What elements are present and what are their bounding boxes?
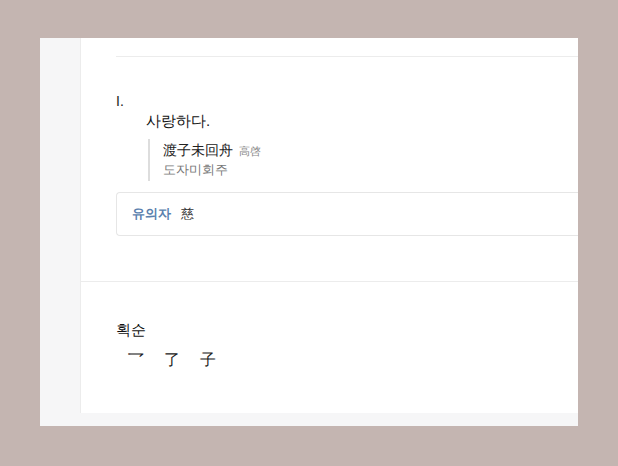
section-divider — [81, 281, 578, 282]
stroke-step: 乛 — [128, 350, 144, 370]
top-rule — [116, 56, 578, 57]
stroke-step: 子 — [200, 350, 216, 370]
example-source: 高啓 — [239, 143, 261, 160]
stroke-list: 乛了子 — [116, 350, 578, 370]
dictionary-window: I. 사랑하다. 渡子未回舟高啓도자미회주유의자 慈 획순 乛了子 — [40, 38, 578, 426]
example-reading: 도자미회주 — [163, 160, 578, 180]
related-box: 유의자 慈 — [116, 192, 578, 236]
example-text: 渡子未回舟 — [163, 140, 233, 160]
related-char[interactable]: 慈 — [181, 204, 194, 224]
screen: I. 사랑하다. 渡子未回舟高啓도자미회주유의자 慈 획순 乛了子 — [0, 0, 618, 466]
definition-meaning: 사랑하다. — [146, 111, 578, 131]
definition-section: I. 사랑하다. 渡子未回舟高啓도자미회주유의자 慈 — [81, 38, 578, 281]
definition-item: I. 사랑하다. 渡子未回舟高啓도자미회주유의자 慈 — [116, 57, 578, 236]
entry-panel: I. 사랑하다. 渡子未回舟高啓도자미회주유의자 慈 획순 乛了子 — [80, 38, 578, 413]
definition-body: 사랑하다. 渡子未回舟高啓도자미회주 — [116, 111, 578, 181]
stroke-order-section: 획순 乛了子 — [81, 282, 578, 370]
stroke-order-title: 획순 — [116, 320, 578, 340]
definition-number: I. — [116, 93, 578, 109]
related-label: 유의자 — [132, 204, 171, 224]
example-line: 渡子未回舟高啓 — [163, 140, 578, 160]
example-quote: 渡子未回舟高啓도자미회주 — [148, 139, 578, 181]
stroke-step: 了 — [164, 350, 180, 370]
